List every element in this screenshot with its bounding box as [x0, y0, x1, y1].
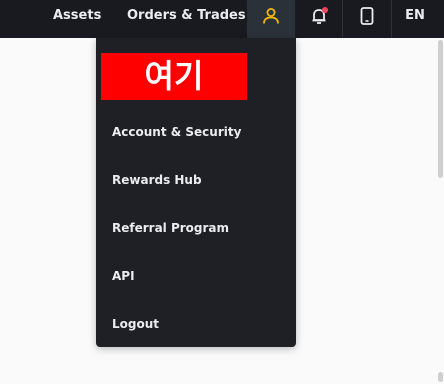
- nav-assets-link[interactable]: Assets: [53, 0, 101, 38]
- mobile-app-button[interactable]: [343, 0, 392, 38]
- notifications-button[interactable]: [296, 0, 343, 38]
- language-selector[interactable]: EN: [392, 0, 438, 38]
- user-menu-button[interactable]: [247, 0, 295, 38]
- bell-icon: [310, 7, 328, 25]
- menu-item-referral-program[interactable]: Referral Program: [112, 218, 229, 238]
- phone-icon: [360, 7, 374, 25]
- nav-orders-trades-link[interactable]: Orders & Trades: [127, 0, 246, 38]
- menu-item-api[interactable]: API: [112, 266, 135, 286]
- user-dropdown-menu: 여기 Account & Security Rewards Hub Referr…: [96, 38, 296, 347]
- menu-item-logout[interactable]: Logout: [112, 314, 159, 334]
- user-icon: [262, 7, 280, 25]
- page-scrollbar-thumb[interactable]: [438, 40, 443, 178]
- notification-dot: [322, 7, 328, 13]
- menu-item-rewards-hub[interactable]: Rewards Hub: [112, 170, 202, 190]
- menu-item-account-security[interactable]: Account & Security: [112, 122, 241, 142]
- top-navigation-bar: Assets Orders & Trades EN: [0, 0, 444, 38]
- highlight-annotation-banner: 여기: [101, 53, 247, 100]
- page-scrollbar-end[interactable]: [438, 372, 443, 382]
